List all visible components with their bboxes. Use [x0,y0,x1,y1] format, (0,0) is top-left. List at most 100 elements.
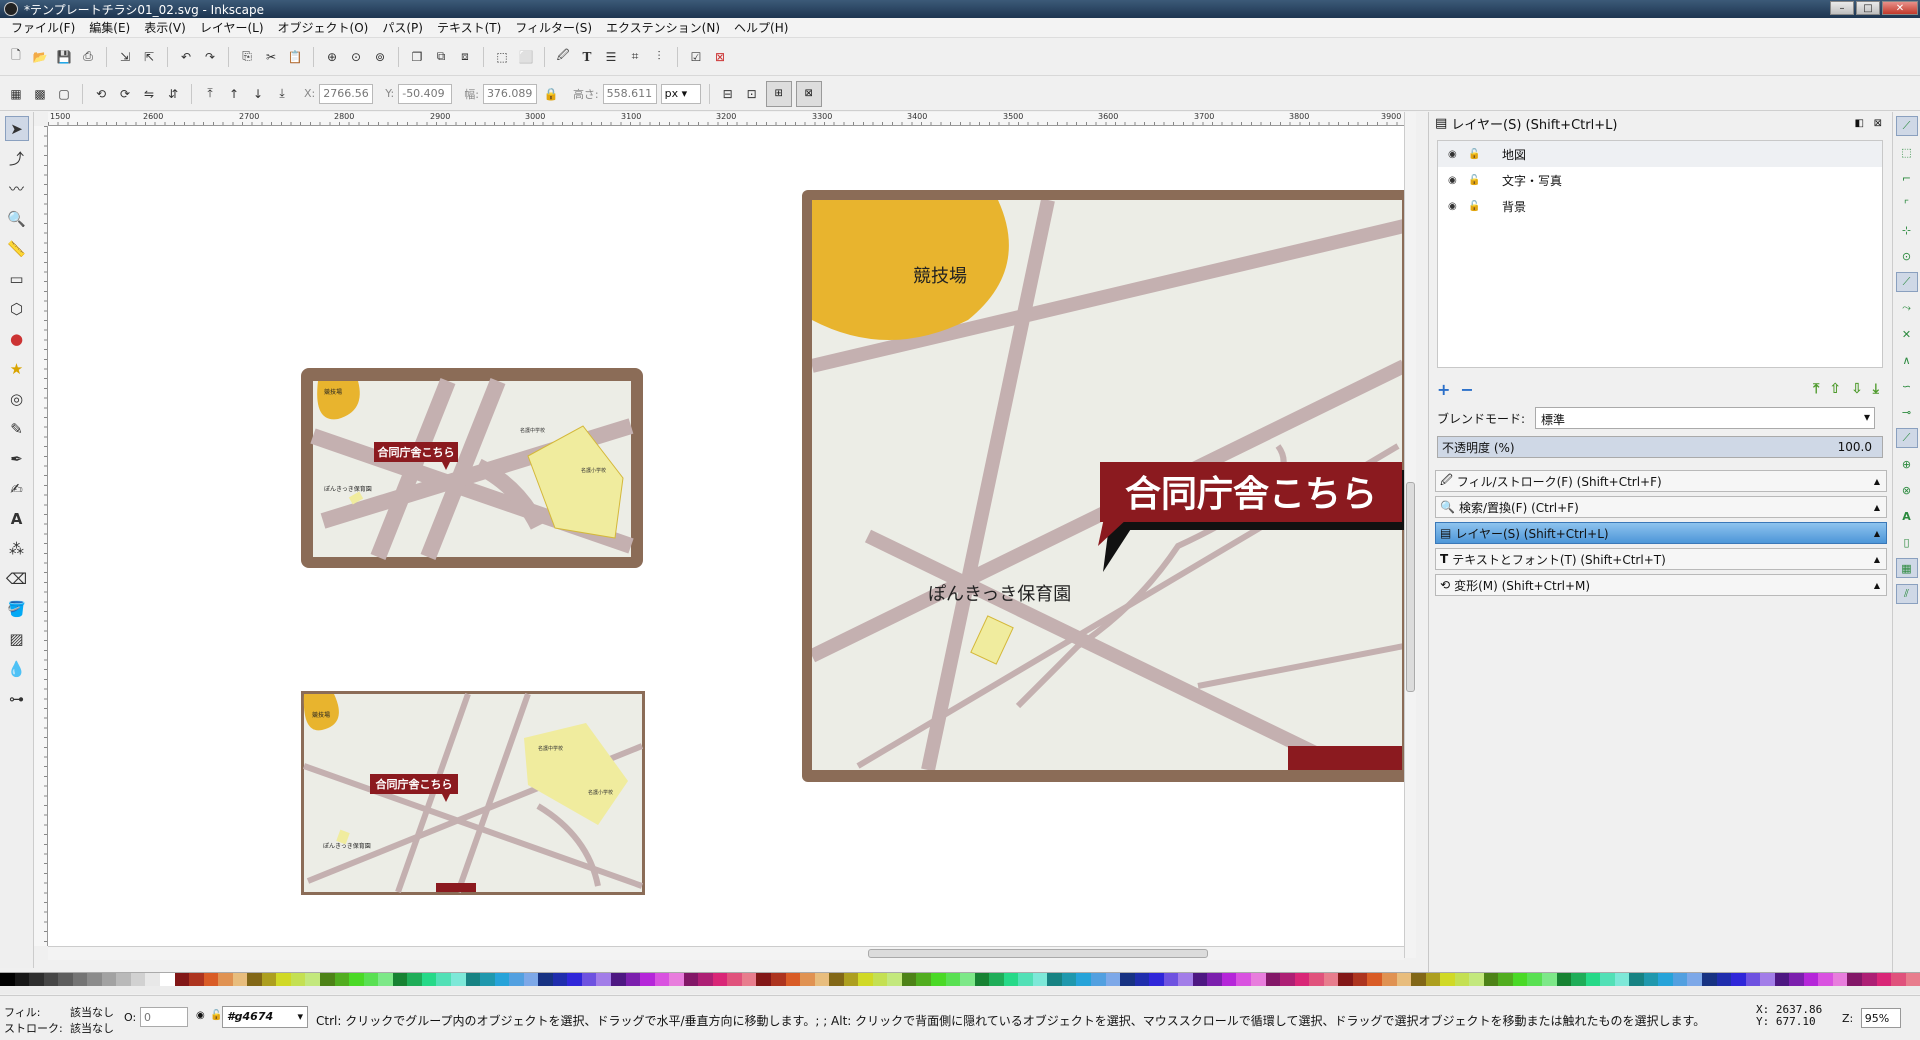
width-field[interactable]: 376.089 [482,83,537,104]
layers-icon[interactable]: ☰ [601,47,621,67]
save-icon[interactable]: 💾 [54,47,74,67]
palette-swatch[interactable] [1745,973,1761,987]
palette-swatch[interactable] [741,973,757,987]
status-opacity-field[interactable]: 0 [140,1007,188,1027]
gradient-tool-icon[interactable]: ▨ [5,626,29,651]
layer-row[interactable]: ◉ 🔓 背景 [1438,193,1882,219]
palette-swatch[interactable] [1047,973,1062,987]
menu-filter[interactable]: フィルター(S) [508,19,599,36]
add-layer-icon[interactable]: + [1437,380,1450,399]
dialog-transform[interactable]: ⟲ 変形(M) (Shift+Ctrl+M) ▲ [1435,574,1887,596]
palette-swatch[interactable] [1294,973,1310,987]
horizontal-scroll-thumb[interactable] [868,949,1208,958]
palette-swatch[interactable] [1512,973,1528,987]
palette-swatch[interactable] [1120,973,1135,987]
palette-swatch[interactable] [581,973,597,987]
new-document-icon[interactable]: 🗋 [6,47,26,67]
palette-swatch[interactable] [1527,973,1542,987]
palette-swatch[interactable] [1338,973,1353,987]
palette-swatch[interactable] [1381,973,1397,987]
palette-swatch[interactable] [1076,973,1092,987]
palette-swatch[interactable] [538,973,553,987]
palette-swatch[interactable] [960,973,975,987]
palette-swatch[interactable] [1105,973,1121,987]
move-patterns-toggle[interactable]: ⊠ [795,80,822,107]
dialog-find-replace[interactable]: 🔍 検索/置換(F) (Ctrl+F) ▲ [1435,496,1887,518]
palette-swatch[interactable] [901,973,917,987]
undo-icon[interactable]: ↶ [176,47,196,67]
palette-swatch[interactable] [1832,973,1848,987]
palette-swatch[interactable] [1658,973,1673,987]
palette-swatch[interactable] [610,973,626,987]
palette-swatch[interactable] [625,973,641,987]
print-icon[interactable]: ⎙ [78,47,98,67]
document-properties-icon[interactable]: ☑ [686,47,706,67]
palette-swatch[interactable] [858,973,873,987]
palette-swatch[interactable] [1280,973,1295,987]
palette-swatch[interactable] [1091,973,1106,987]
palette-swatch[interactable] [392,973,408,987]
move-gradients-toggle[interactable]: ⊞ [765,80,792,107]
rotate-ccw-icon[interactable]: ⟲ [91,84,111,104]
snap-bbox-corner-icon[interactable]: ⌜ [1896,194,1918,214]
measure-tool-icon[interactable]: 📏 [5,236,29,261]
calligraphy-tool-icon[interactable]: ✍ [5,476,29,501]
lower-icon[interactable]: ↓ [248,84,268,104]
pencil-tool-icon[interactable]: ✎ [5,416,29,441]
palette-swatch[interactable] [130,973,146,987]
palette-swatch[interactable] [160,973,175,987]
opacity-slider[interactable]: 不透明度 (%) 100.0 [1437,436,1883,458]
redo-icon[interactable]: ↷ [200,47,220,67]
palette-swatch[interactable] [1178,973,1193,987]
import-icon[interactable]: ⇲ [115,47,135,67]
height-field[interactable]: 558.611 [602,83,657,104]
palette-swatch[interactable] [436,973,451,987]
snap-guide-icon[interactable]: ⫽ [1895,584,1918,604]
snap-bbox-edge-icon[interactable]: ⌐ [1896,168,1918,188]
visibility-eye-icon[interactable]: ◉ [196,1010,205,1021]
palette-swatch[interactable] [727,973,742,987]
copy-icon[interactable]: ⎘ [237,47,257,67]
layer-raise-icon[interactable]: ⇧ [1829,381,1841,397]
palette-swatch[interactable] [1600,973,1615,987]
fill-stroke-icon[interactable]: 🖉 [553,47,573,67]
dialog-fill-stroke[interactable]: 🖉 フィル/ストローク(F) (Shift+Ctrl+F) ▲ [1435,470,1887,492]
xml-editor-icon[interactable]: ⌗ [625,47,645,67]
deselect-icon[interactable]: ▢ [54,84,74,104]
menu-edit[interactable]: 編集(E) [82,19,137,36]
palette-swatch[interactable] [654,973,670,987]
horizontal-scrollbar[interactable] [48,946,1404,960]
ungroup-icon[interactable]: ⬜ [516,47,536,67]
export-icon[interactable]: ⇱ [139,47,159,67]
palette-swatch[interactable] [829,973,844,987]
palette-swatch[interactable] [640,973,655,987]
palette-swatch[interactable] [1731,973,1746,987]
preferences-icon[interactable]: ⊠ [710,47,730,67]
snap-text-baseline-icon[interactable]: A [1896,506,1918,526]
snap-bbox-midpoint-icon[interactable]: ⊹ [1896,220,1918,240]
dropper-tool-icon[interactable]: 💧 [5,656,29,681]
palette-swatch[interactable] [785,973,801,987]
snap-bbox-icon[interactable]: ⬚ [1896,142,1918,162]
palette-swatch[interactable] [349,973,364,987]
eraser-tool-icon[interactable]: ⌫ [5,566,29,591]
palette-swatch[interactable] [1585,973,1601,987]
layer-lock-icon[interactable]: 🔓 [210,1010,222,1021]
palette-swatch[interactable] [1323,973,1339,987]
rectangle-tool-icon[interactable]: ▭ [5,266,29,291]
palette-swatch[interactable] [509,973,524,987]
snap-bbox-center-icon[interactable]: ⊙ [1896,246,1918,266]
text-font-icon[interactable]: T [577,47,597,67]
raise-to-top-icon[interactable]: ⤒ [200,84,220,104]
palette-swatch[interactable] [945,973,961,987]
palette-swatch[interactable] [1905,973,1920,987]
palette-swatch[interactable] [1891,973,1906,987]
palette-swatch[interactable] [480,973,495,987]
palette-swatch[interactable] [1251,973,1266,987]
menu-extensions[interactable]: エクステンション(N) [599,19,727,36]
palette-swatch[interactable] [712,973,728,987]
palette-swatch[interactable] [1483,973,1499,987]
palette-swatch[interactable] [1876,973,1892,987]
zoom-field[interactable]: 95% [1860,1008,1901,1028]
snap-center-icon[interactable]: ⊕ [1896,454,1918,474]
